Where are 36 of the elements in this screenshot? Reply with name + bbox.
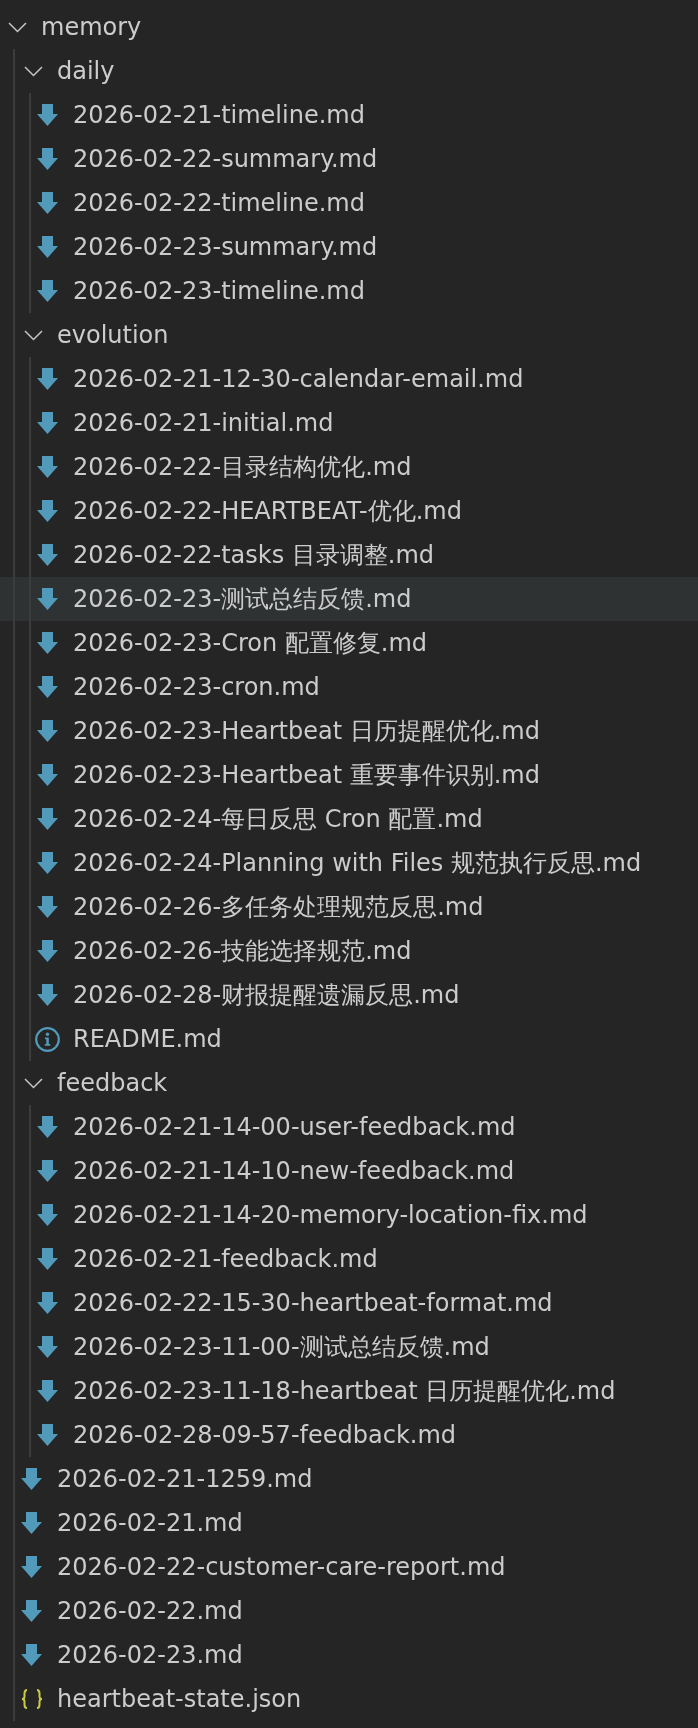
down-arrow-icon xyxy=(21,1600,42,1622)
down-arrow-icon xyxy=(37,544,58,566)
down-arrow-icon xyxy=(37,720,58,742)
down-arrow-icon xyxy=(37,1116,58,1138)
down-arrow-icon xyxy=(37,808,58,830)
down-arrow-icon xyxy=(37,1380,58,1402)
down-arrow-icon xyxy=(37,1160,58,1182)
down-arrow-icon xyxy=(37,632,58,654)
down-arrow-icon xyxy=(37,896,58,918)
down-arrow-icon xyxy=(37,1336,58,1358)
down-arrow-icon xyxy=(37,412,58,434)
down-arrow-icon xyxy=(37,984,58,1006)
down-arrow-icon xyxy=(37,280,58,302)
down-arrow-icon xyxy=(37,104,58,126)
down-arrow-icon xyxy=(37,940,58,962)
down-arrow-icon xyxy=(37,852,58,874)
down-arrow-icon xyxy=(37,148,58,170)
down-arrow-icon xyxy=(21,1512,42,1534)
down-arrow-icon xyxy=(37,676,58,698)
down-arrow-icon xyxy=(37,192,58,214)
curly-braces-icon xyxy=(21,1689,43,1709)
down-arrow-icon xyxy=(21,1556,42,1578)
down-arrow-icon xyxy=(37,1248,58,1270)
down-arrow-icon xyxy=(37,500,58,522)
down-arrow-icon xyxy=(21,1644,42,1666)
down-arrow-icon xyxy=(37,236,58,258)
down-arrow-icon xyxy=(21,1468,42,1490)
info-icon xyxy=(35,1026,60,1052)
down-arrow-icon xyxy=(37,1204,58,1226)
down-arrow-icon xyxy=(37,588,58,610)
down-arrow-icon xyxy=(37,1424,58,1446)
down-arrow-icon xyxy=(37,368,58,390)
down-arrow-icon xyxy=(37,1292,58,1314)
down-arrow-icon xyxy=(37,764,58,786)
file-item[interactable]: 2026-02-23-测试总结反馈.md xyxy=(0,577,698,621)
down-arrow-icon xyxy=(37,456,58,478)
